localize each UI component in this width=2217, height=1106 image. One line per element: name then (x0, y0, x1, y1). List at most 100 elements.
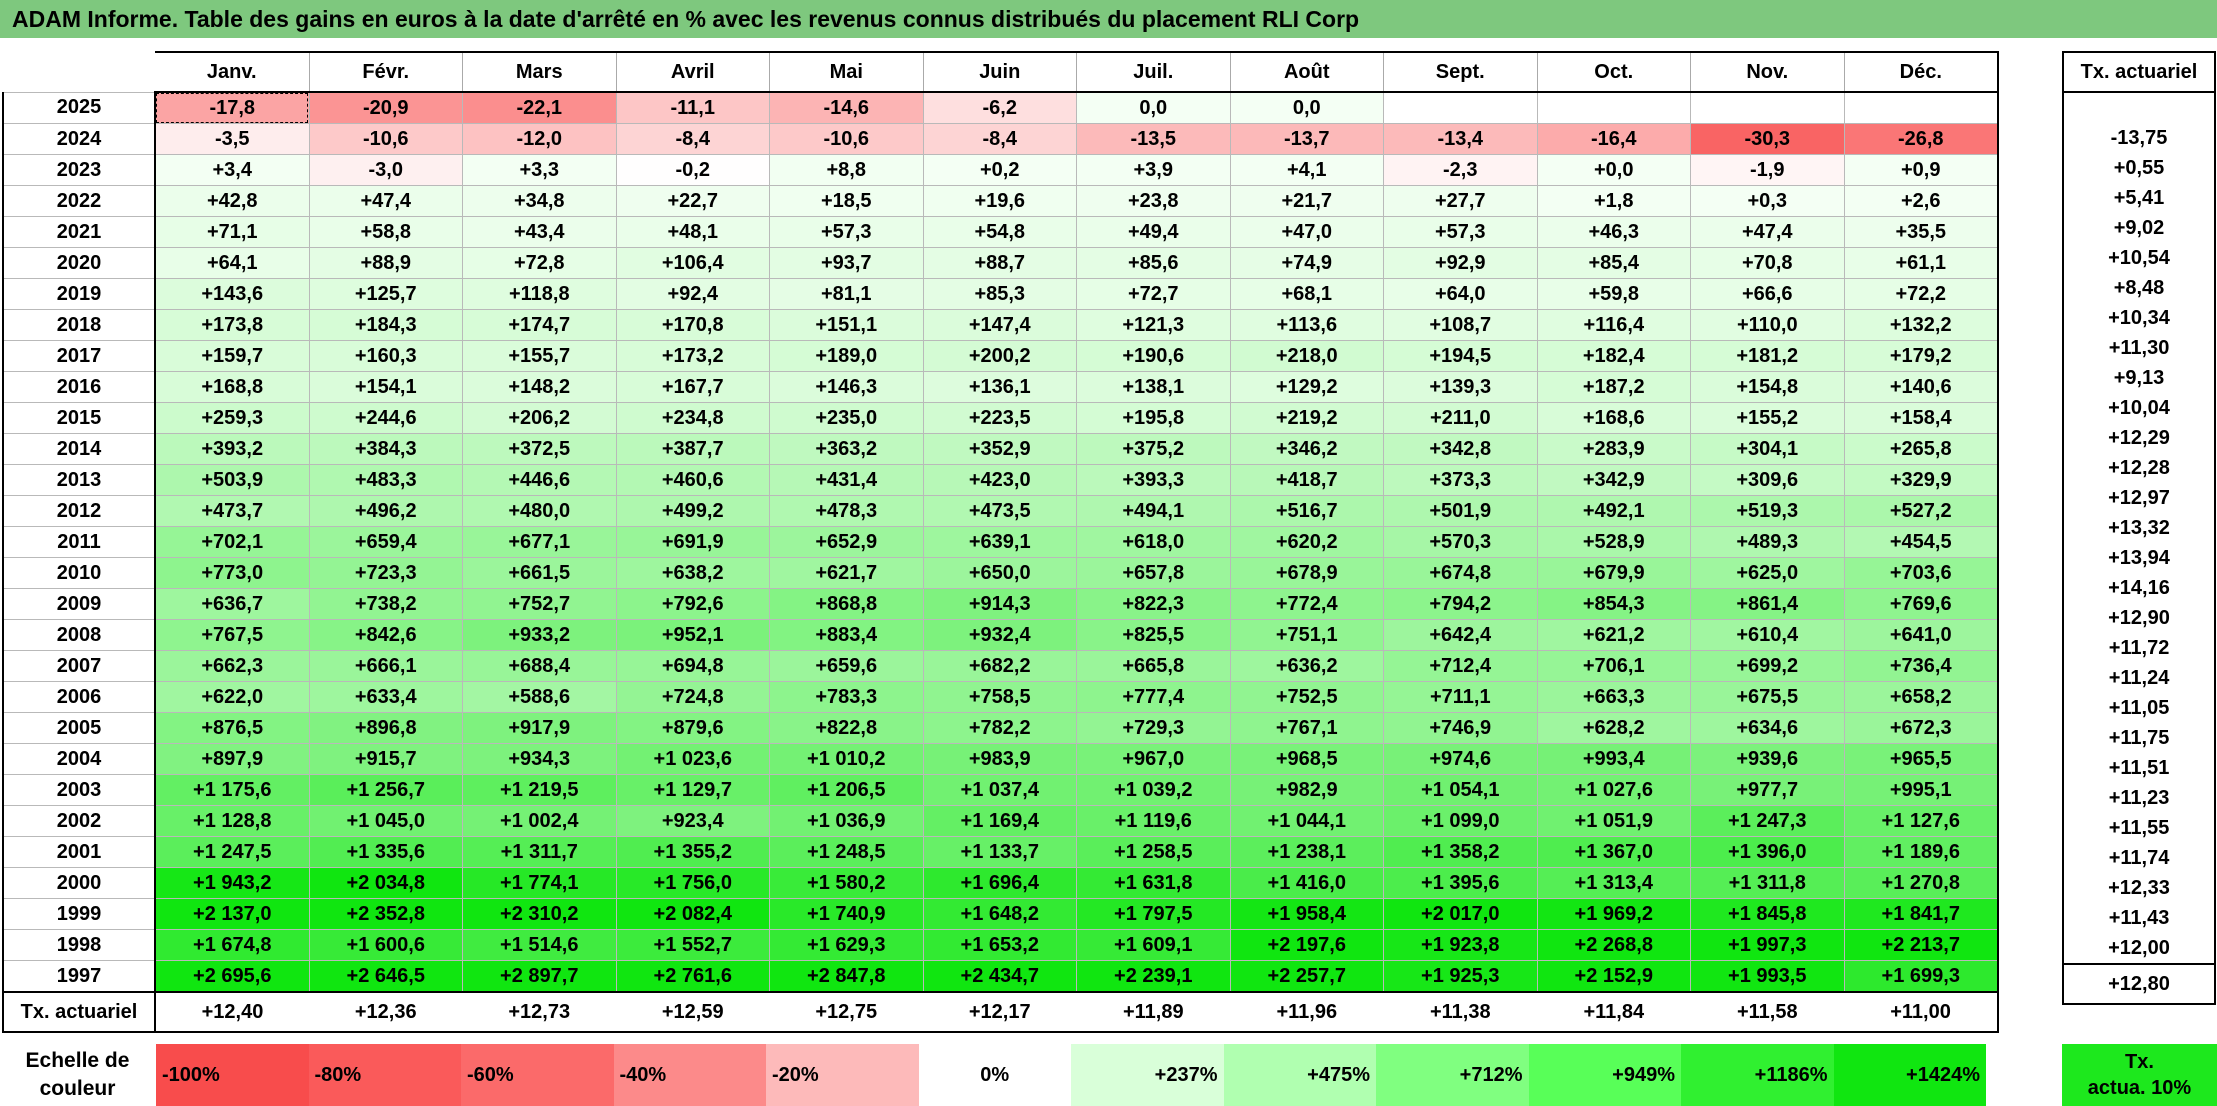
gain-cell: +74,9 (1229, 247, 1384, 279)
gain-cell: -11,1 (615, 91, 770, 124)
gain-cell: +675,5 (1690, 681, 1845, 713)
tx-actuariel-cell: +12,33 (2062, 873, 2216, 903)
year-label: 2005 (2, 712, 156, 744)
gain-cell: +642,4 (1383, 619, 1538, 651)
gain-cell: +265,8 (1843, 433, 1999, 465)
gain-cell: +496,2 (308, 495, 463, 527)
month-header: Mars (462, 51, 617, 93)
corner-blank (3, 52, 155, 92)
year-label: 2000 (2, 867, 156, 899)
gain-cell: +158,4 (1843, 402, 1999, 434)
gain-cell: +3,9 (1076, 154, 1231, 186)
gain-cell: +64,1 (154, 247, 310, 279)
gain-cell: +738,2 (308, 588, 463, 620)
gain-cell: +620,2 (1229, 526, 1384, 558)
color-scale-label-line2: couleur (39, 1077, 116, 1100)
gain-cell: +659,6 (769, 650, 924, 682)
tx-actuariel-cell: +14,16 (2062, 573, 2216, 603)
year-row: 2000 +1 943,2 +2 034,8 +1 774,1 +1 756,0 +1 5… (2, 867, 1999, 899)
gain-cell: +1 841,7 (1843, 898, 1999, 930)
gain-cell: +677,1 (462, 526, 617, 558)
year-label: 2010 (2, 557, 156, 589)
gain-cell: +42,8 (154, 185, 310, 217)
gain-cell: -13,5 (1076, 123, 1231, 155)
gain-cell: +666,1 (308, 650, 463, 682)
gain-cell: +129,2 (1229, 371, 1384, 403)
gain-cell: +1 133,7 (922, 836, 1077, 868)
tx-actuariel-cell: +9,13 (2062, 363, 2216, 393)
gain-cell: +752,7 (462, 588, 617, 620)
gain-cell: +49,4 (1076, 216, 1231, 248)
gain-cell: +516,7 (1229, 495, 1384, 527)
year-row: 2024 -3,5 -10,6 -12,0 -8,4 -10,6 -8,4 -13,5 -13,… (2, 123, 1999, 155)
gain-cell: +1 027,6 (1536, 774, 1691, 806)
month-header: Avril (616, 51, 770, 93)
tx-actuariel-table: Tx. actuariel -13,75 +0,55 +5,41 +9,02 +10,5… (2062, 51, 2216, 1005)
tx-actuariel-cell: +11,51 (2062, 753, 2216, 783)
gain-cell: +792,6 (615, 588, 770, 620)
month-header: Déc. (1844, 51, 1999, 93)
gain-cell: +1 653,2 (922, 929, 1077, 961)
footer-row: Tx. actuariel +12,40 +12,36 +12,73 +12,59 +12… (2, 991, 1999, 1033)
gain-cell: +914,3 (922, 588, 1077, 620)
gain-cell: +773,0 (154, 557, 310, 589)
gain-cell: +628,2 (1536, 712, 1691, 744)
gain-cell: +952,1 (615, 619, 770, 651)
gain-cell: +234,8 (615, 402, 770, 434)
gain-cell: +682,2 (922, 650, 1077, 682)
gain-cell: +783,3 (769, 681, 924, 713)
gain-cell: +2 239,1 (1076, 960, 1231, 993)
year-label: 2015 (2, 402, 156, 434)
tx-box-line2: actua. 10% (2087, 1077, 2192, 1099)
report-title: ADAM Informe. Table des gains en euros à… (0, 0, 2217, 38)
gain-cell: +34,8 (462, 185, 617, 217)
gain-cell: +639,1 (922, 526, 1077, 558)
gain-cell: +71,1 (154, 216, 310, 248)
gain-cell: +85,4 (1536, 247, 1691, 279)
tx-actuariel-cell: +8,48 (2062, 273, 2216, 303)
gain-cell: +825,5 (1076, 619, 1231, 651)
gain-cell: +4,1 (1229, 154, 1384, 186)
gain-cell: +47,4 (308, 185, 463, 217)
gain-cell: +85,6 (1076, 247, 1231, 279)
gain-cell: +375,2 (1076, 433, 1231, 465)
gain-cell: -2,3 (1383, 154, 1538, 186)
color-scale-swatch: -60% (461, 1044, 614, 1106)
gain-cell: +155,7 (462, 340, 617, 372)
gain-cell: +138,1 (1076, 371, 1231, 403)
gain-cell: +1 600,6 (308, 929, 463, 961)
gain-cell: +570,3 (1383, 526, 1538, 558)
gain-cell: +1 696,4 (922, 867, 1077, 899)
footer-tx-cell: +11,89 (1076, 991, 1230, 1033)
color-scale-swatch: +475% (1223, 1044, 1376, 1106)
gain-cell: +2 761,6 (615, 960, 770, 993)
gain-cell: -13,7 (1229, 123, 1384, 155)
gain-cell: +494,1 (1076, 495, 1231, 527)
gain-cell: +1 740,9 (769, 898, 924, 930)
gain-cell: +72,8 (462, 247, 617, 279)
year-label: 2017 (2, 340, 156, 372)
gain-cell: +151,1 (769, 309, 924, 341)
year-label: 1997 (2, 960, 156, 993)
gain-cell: +159,7 (154, 340, 310, 372)
gain-cell: +2 213,7 (1843, 929, 1999, 961)
year-row: 2007 +662,3 +666,1 +688,4 +694,8 +659,6 +682,2… (2, 650, 1999, 682)
gain-cell: +1 674,8 (154, 929, 310, 961)
year-label: 2016 (2, 371, 156, 403)
gain-cell: +64,0 (1383, 278, 1538, 310)
month-header: Août (1230, 51, 1384, 93)
gain-cell: +723,3 (308, 557, 463, 589)
tx-actuariel-cell: +11,43 (2062, 903, 2216, 933)
gain-cell: +1 219,5 (462, 774, 617, 806)
gain-cell: +190,6 (1076, 340, 1231, 372)
footer-tx-cell: +11,00 (1844, 991, 1999, 1033)
gain-cell: +621,2 (1536, 619, 1691, 651)
year-label: 2013 (2, 464, 156, 496)
year-row: 2020 +64,1 +88,9 +72,8 +106,4 +93,7 +88,7 +85,6… (2, 247, 1999, 279)
gain-cell: +724,8 (615, 681, 770, 713)
gain-cell: +868,8 (769, 588, 924, 620)
gain-cell: +691,9 (615, 526, 770, 558)
gain-cell: +897,9 (154, 743, 310, 775)
gain-cell: +200,2 (922, 340, 1077, 372)
color-scale-swatch: -80% (308, 1044, 461, 1106)
